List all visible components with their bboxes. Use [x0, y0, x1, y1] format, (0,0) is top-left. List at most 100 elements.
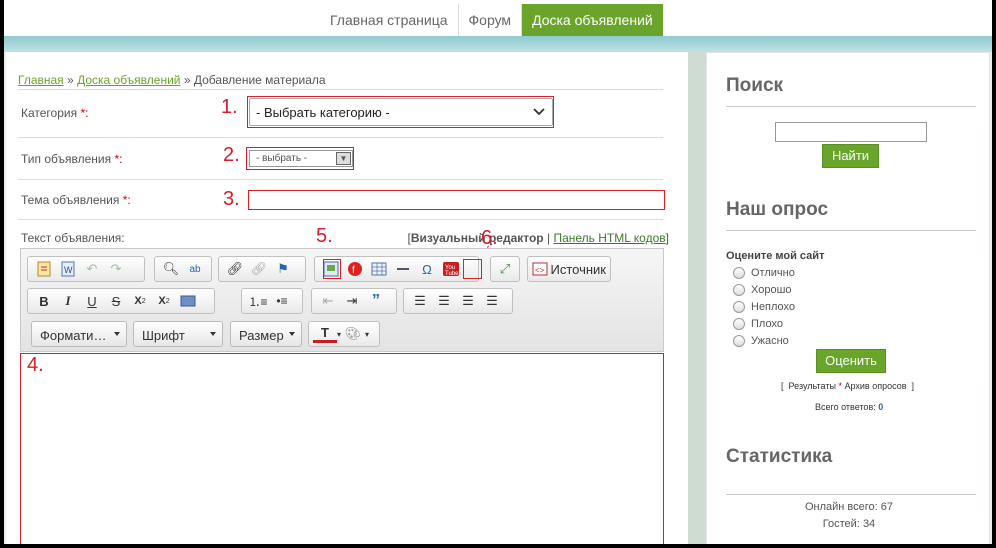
annotation-3: 3. — [223, 188, 240, 210]
radio-button[interactable] — [733, 335, 745, 347]
breadcrumb-current: Добавление материала — [193, 73, 326, 87]
radio-button[interactable] — [733, 301, 745, 313]
svg-text:Tube: Tube — [445, 271, 459, 277]
stats-online: Онлайн всего: 67 — [804, 501, 894, 513]
sidebar: Поиск Найти Наш опрос Оцените мой сайт О… — [706, 52, 990, 548]
breadcrumb-board[interactable]: Доска объявлений — [77, 73, 180, 87]
find-icon[interactable]: 🔍︎ — [159, 258, 183, 280]
indent-icon[interactable]: ⇥ — [340, 290, 364, 312]
caret-icon — [210, 332, 216, 336]
toolbar-group-align: ☰ ☰ ☰ ☰ — [403, 288, 513, 314]
caret-icon — [114, 332, 120, 336]
bold-icon[interactable]: B — [32, 290, 56, 312]
align-center-icon[interactable]: ☰ — [432, 290, 456, 312]
subject-label: Тема объявления *: — [21, 193, 131, 207]
horizontal-rule-icon[interactable] — [391, 258, 415, 280]
special-char-icon[interactable]: Ω — [415, 258, 439, 280]
poll-option[interactable]: Неплохо — [733, 301, 795, 313]
redo-icon[interactable]: ↷ — [104, 258, 128, 280]
align-right-icon[interactable]: ☰ — [456, 290, 480, 312]
maximize-icon[interactable]: ⤢ — [495, 258, 515, 280]
poll-title: Наш опрос — [726, 199, 829, 220]
search-button[interactable]: Найти — [822, 144, 879, 168]
source-icon: <> — [532, 258, 549, 280]
annotation-1: 1. — [221, 96, 238, 118]
toolbar-group-colors: T ▾ 🎨︎ ▾ — [308, 321, 380, 347]
vote-button[interactable]: Оценить — [816, 349, 886, 373]
caret-icon — [289, 332, 295, 336]
nav-home[interactable]: Главная страница — [320, 4, 459, 36]
type-label: Тип объявления *: — [21, 152, 123, 166]
editor-toolbar: W ↶ ↷ 🔍︎ ab 🔗︎ 🔗︎ ⚑ f Ω You Tube ⤢ <> Ис… — [20, 248, 664, 352]
annotation-2: 2. — [223, 144, 240, 166]
poll-option[interactable]: Хорошо — [733, 284, 792, 296]
link-icon[interactable]: 🔗︎ — [223, 258, 247, 280]
type-select[interactable]: - выбрать - ▼ — [249, 150, 353, 167]
category-select[interactable]: - Выбрать категорию - — [249, 98, 553, 126]
divider — [726, 106, 976, 107]
size-dropdown[interactable]: Размер — [230, 321, 302, 347]
poll-question: Оцените мой сайт — [726, 250, 825, 262]
underline-icon[interactable]: U — [80, 290, 104, 312]
breadcrumb: Главная » Доска объявлений » Добавление … — [18, 73, 326, 87]
poll-total: Всего ответов: 0 — [815, 402, 884, 412]
annotation-box-5 — [323, 259, 341, 279]
radio-button[interactable] — [733, 267, 745, 279]
nav-forum[interactable]: Форум — [459, 4, 523, 36]
background-color-icon[interactable]: 🎨︎ — [341, 323, 365, 345]
poll-option[interactable]: Плохо — [733, 318, 783, 330]
numbered-list-icon[interactable]: ⒈≡ — [246, 290, 270, 312]
font-dropdown[interactable]: Шрифт — [133, 321, 223, 347]
blockquote-icon[interactable]: ” — [364, 290, 388, 312]
nav-board[interactable]: Доска объявлений — [522, 4, 663, 42]
flash-icon[interactable]: f — [343, 258, 367, 280]
toolbar-group-find: 🔍︎ ab — [154, 256, 212, 282]
remove-format-icon[interactable] — [176, 290, 200, 312]
chevron-down-icon — [533, 108, 545, 116]
annotation-box-6 — [463, 259, 482, 279]
main-nav: Главная страница Форум Доска объявлений — [320, 4, 663, 42]
undo-icon[interactable]: ↶ — [80, 258, 104, 280]
anchor-flag-icon[interactable]: ⚑ — [271, 258, 295, 280]
italic-icon[interactable]: I — [56, 290, 80, 312]
breadcrumb-home[interactable]: Главная — [18, 73, 64, 87]
divider — [726, 230, 976, 231]
html-panel-link[interactable]: Панель HTML кодов — [553, 231, 665, 245]
outdent-icon[interactable]: ⇤ — [316, 290, 340, 312]
breadcrumb-sep: » — [67, 73, 74, 87]
subject-input[interactable] — [248, 190, 665, 210]
radio-button[interactable] — [733, 318, 745, 330]
poll-option[interactable]: Отлично — [733, 267, 795, 279]
align-left-icon[interactable]: ☰ — [408, 290, 432, 312]
youtube-icon[interactable]: You Tube — [439, 258, 463, 280]
align-justify-icon[interactable]: ☰ — [480, 290, 504, 312]
toolbar-group-basic: B I U S X2 X2 — [27, 288, 215, 314]
strikethrough-icon[interactable]: S — [104, 290, 128, 312]
poll-archive-link[interactable]: Архив опросов — [844, 381, 906, 391]
paste-text-icon[interactable] — [32, 258, 56, 280]
svg-text:<>: <> — [535, 266, 545, 275]
stats-guests: Гостей: 34 — [822, 518, 876, 530]
toolbar-group-link: 🔗︎ 🔗︎ ⚑ — [218, 256, 306, 282]
source-button[interactable]: <> Источник — [527, 256, 611, 282]
text-label: Текст объявления: — [21, 231, 125, 245]
unlink-icon[interactable]: 🔗︎ — [247, 258, 271, 280]
search-input[interactable] — [775, 122, 927, 142]
poll-results-link[interactable]: Результаты — [789, 381, 836, 391]
stats-title: Статистика — [726, 446, 833, 467]
superscript-icon[interactable]: X2 — [152, 290, 176, 312]
source-label: Источник — [550, 261, 607, 277]
editor-body[interactable]: 4. — [20, 353, 664, 548]
header-band — [0, 36, 996, 52]
table-icon[interactable] — [367, 258, 391, 280]
format-dropdown[interactable]: Формати… — [31, 321, 127, 347]
toolbar-group-paste: W ↶ ↷ — [27, 256, 145, 282]
poll-option[interactable]: Ужасно — [733, 335, 789, 347]
replace-icon[interactable]: ab — [183, 258, 207, 280]
bulleted-list-icon[interactable]: •≡ — [270, 290, 294, 312]
breadcrumb-sep: » — [183, 73, 191, 87]
text-color-icon[interactable]: T — [313, 325, 337, 343]
paste-word-icon[interactable]: W — [56, 258, 80, 280]
radio-button[interactable] — [733, 284, 745, 296]
subscript-icon[interactable]: X2 — [128, 290, 152, 312]
